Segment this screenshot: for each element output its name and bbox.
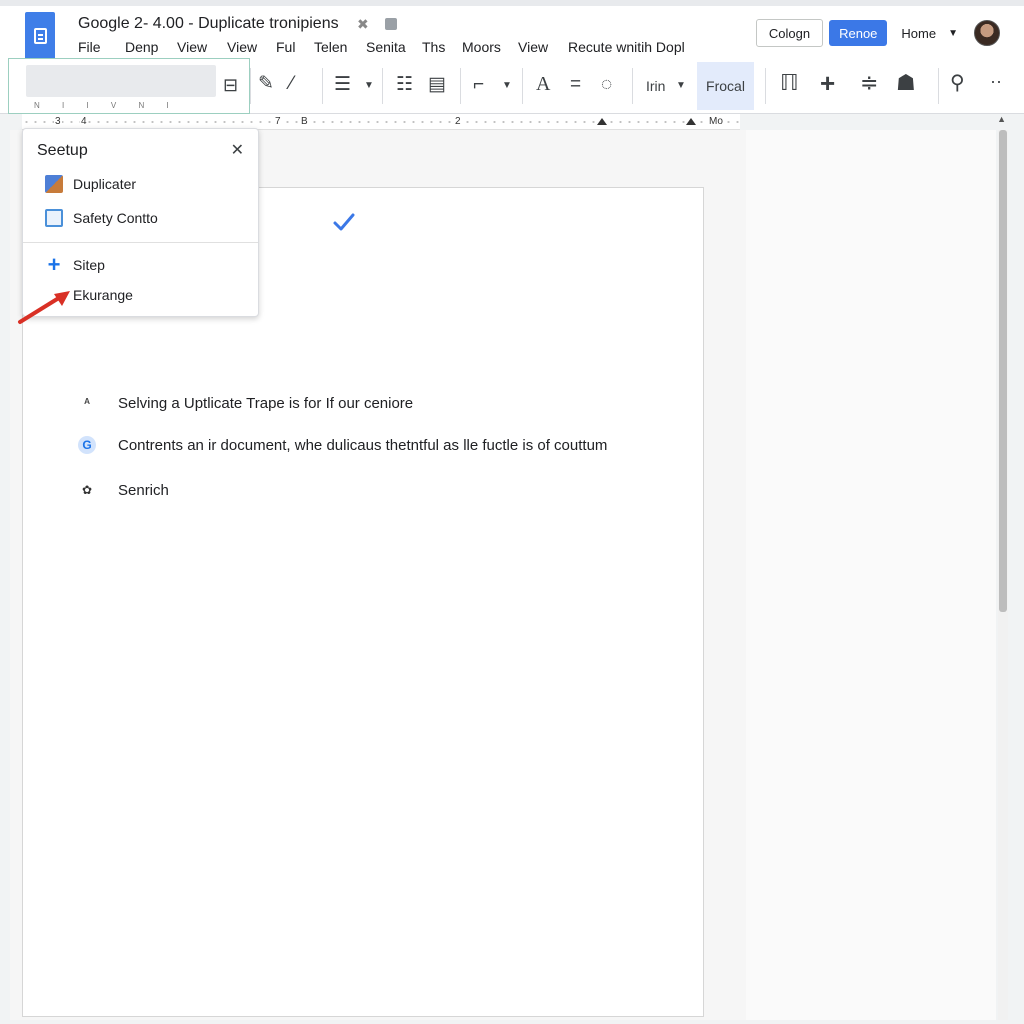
popup-item-sitep[interactable]: + Sitep: [45, 252, 105, 277]
list-item-text: Senrich: [118, 481, 169, 499]
folder-icon[interactable]: [385, 18, 397, 30]
ruler-label: 4: [80, 116, 88, 127]
ruler-label: 3: [54, 116, 62, 127]
plus-icon: +: [47, 252, 61, 277]
home-label[interactable]: Home: [901, 26, 936, 41]
person-lines-icon[interactable]: ℿ: [780, 72, 799, 94]
toolbar-input-area: N I I V N I: [8, 58, 250, 114]
font-a-icon[interactable]: A: [536, 74, 550, 94]
toolbar: N I I V N I ⊟ ✎ ⁄ ☰ ▼ ☷ ▤ ⌐ ▼ A = ◌ Irin…: [0, 58, 1024, 114]
popup-item-label: Sitep: [73, 257, 105, 273]
menu-item-ths[interactable]: Ths: [422, 39, 462, 55]
ruler-label: B: [300, 116, 309, 127]
document-title[interactable]: Google 2- 4.00 - Duplicate tronipiens: [78, 15, 339, 33]
side-pane: [746, 130, 996, 1020]
close-icon[interactable]: ✕: [231, 140, 244, 160]
menu-item-view[interactable]: View: [177, 39, 227, 55]
menu-bar: File Denp View View Ful Telen Senita Ths…: [78, 39, 685, 55]
vertical-scrollbar[interactable]: [998, 130, 1008, 1020]
docs-logo-icon[interactable]: [25, 12, 55, 60]
list-item: G Contrents an ir document, whe dulicaus…: [78, 436, 607, 454]
align-center-icon[interactable]: ≑: [860, 72, 878, 94]
menu-item-recute[interactable]: Recute wnitih Dopl: [568, 39, 685, 55]
equals-icon[interactable]: =: [570, 75, 581, 94]
search-icon: ✿: [81, 483, 93, 497]
toolbar-divider: [250, 68, 251, 104]
chevron-down-icon[interactable]: ▼: [676, 80, 686, 91]
popup-item-duplicater[interactable]: Duplicater: [45, 175, 136, 193]
circle-dashed-icon[interactable]: ◌: [601, 75, 612, 94]
checkmark-icon: [333, 213, 355, 231]
bullet-list-icon[interactable]: ☷: [396, 75, 413, 94]
toolbar-hint: N I I V N I: [34, 101, 179, 110]
popup-title: Seetup: [37, 142, 88, 159]
duplicate-icon: [45, 175, 63, 193]
toolbar-divider: [322, 68, 323, 104]
list-item: ᴬ Selving a Uptlicate Trape is for If ou…: [78, 394, 413, 412]
menu-item-file[interactable]: File: [78, 39, 125, 55]
menu-item-ful[interactable]: Ful: [276, 39, 314, 55]
star-icon[interactable]: ✖: [357, 16, 369, 33]
table-icon[interactable]: ▤: [428, 75, 446, 94]
menu-item-view-2[interactable]: View: [227, 39, 276, 55]
list-icon[interactable]: ☰: [334, 75, 351, 94]
popup-item-label: Duplicater: [73, 176, 137, 192]
safety-icon: [45, 209, 63, 227]
toolbar-divider: [938, 68, 939, 104]
more-icon[interactable]: ··: [990, 72, 1002, 90]
popup-divider: [23, 242, 258, 243]
avatar[interactable]: [974, 20, 1000, 46]
font-size-select[interactable]: Irin: [646, 78, 665, 94]
chevron-down-icon[interactable]: ▼: [948, 28, 958, 39]
walk-icon[interactable]: ⚲: [950, 73, 965, 93]
toolbar-divider: [382, 68, 383, 104]
list-item-text: Contrents an ir document, whe dulicaus t…: [118, 436, 608, 454]
ruler-label: 2: [454, 116, 462, 127]
toolbar-divider: [460, 68, 461, 104]
menu-item-senita[interactable]: Senita: [366, 39, 422, 55]
menu-item-moors[interactable]: Moors: [462, 39, 518, 55]
focal-button[interactable]: Frocal: [697, 62, 754, 110]
ruler-label: 7: [274, 116, 282, 127]
toolbar-divider: [522, 68, 523, 104]
list-item-text: Selving a Uptlicate Trape is for If our …: [118, 394, 414, 412]
popup-item-label: Safety Contto: [73, 210, 158, 226]
g-icon: G: [78, 436, 96, 454]
indent-marker[interactable]: [597, 118, 607, 125]
plus-icon[interactable]: +: [820, 70, 835, 96]
popup-item-ekurange[interactable]: Ekurange: [73, 287, 133, 303]
toolbar-divider: [765, 68, 766, 104]
toolbar-divider: [632, 68, 633, 104]
brush-icon[interactable]: ⁄: [290, 74, 293, 93]
corner-icon[interactable]: ⌐: [473, 75, 484, 94]
user-icon[interactable]: ☗: [896, 72, 916, 94]
menu-item-view-3[interactable]: View: [518, 39, 568, 55]
red-arrow-icon: [18, 291, 70, 324]
renoe-button[interactable]: Renoe: [829, 20, 888, 46]
chevron-down-icon[interactable]: ▼: [502, 80, 512, 91]
menu-item-telen[interactable]: Telen: [314, 39, 366, 55]
pen-icon[interactable]: ✎: [258, 74, 274, 93]
chevron-up-icon[interactable]: ▲: [997, 114, 1006, 124]
ruler-label: Mo: [708, 116, 724, 127]
cologn-button[interactable]: Cologn: [755, 19, 824, 47]
title-bar: Google 2- 4.00 - Duplicate tronipiens ✖ …: [0, 0, 1024, 60]
scrollbar-thumb[interactable]: [999, 130, 1007, 612]
toolbar-search-field[interactable]: [26, 65, 216, 97]
chevron-down-icon[interactable]: ▼: [364, 80, 374, 91]
list-item: ✿ Senrich: [78, 481, 169, 499]
menu-item-denp[interactable]: Denp: [125, 39, 177, 55]
header-controls: Cologn Renoe Home ▼: [755, 19, 1000, 47]
margin-marker[interactable]: [686, 118, 696, 125]
popup-item-label: Ekurange: [73, 287, 133, 303]
text-icon: ᴬ: [84, 396, 90, 410]
frame-icon[interactable]: ⊟: [223, 76, 238, 94]
popup-item-safety[interactable]: Safety Contto: [45, 209, 158, 227]
